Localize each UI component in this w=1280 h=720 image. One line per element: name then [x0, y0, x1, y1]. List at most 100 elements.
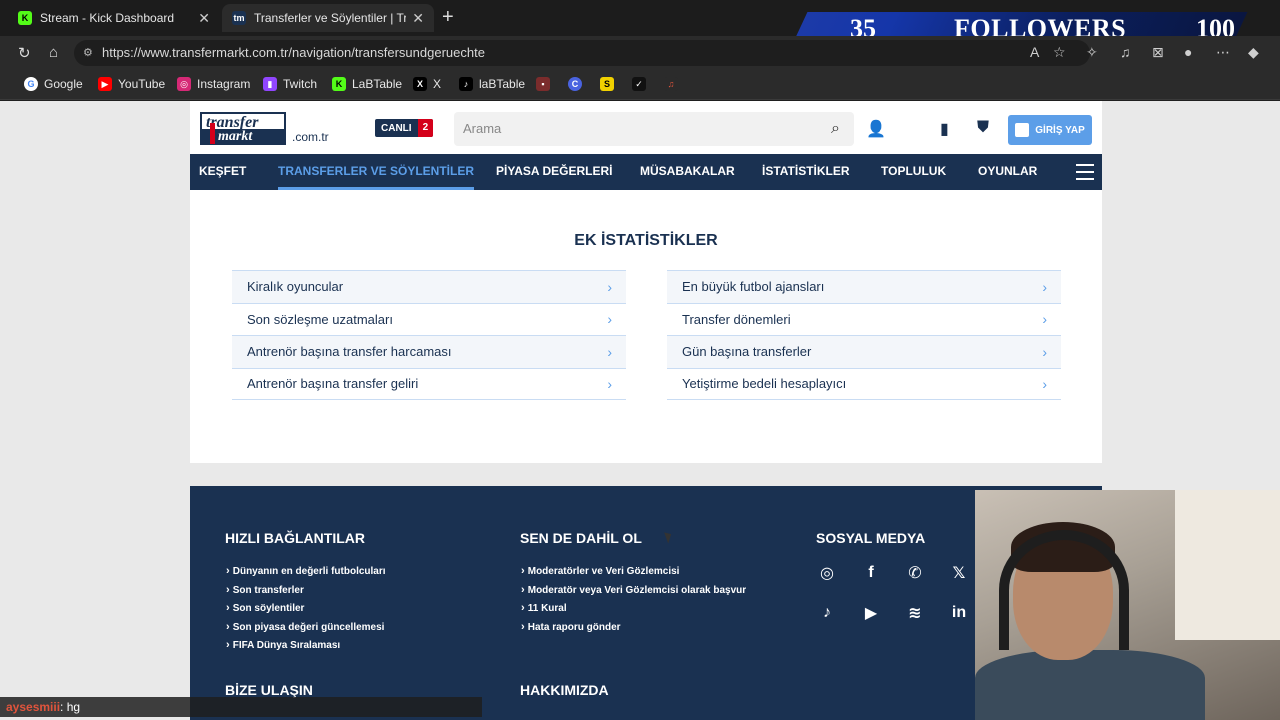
close-icon[interactable]: ✕	[412, 10, 424, 27]
bookmark-youtube[interactable]: ▶ YouTube	[98, 77, 165, 91]
link-row[interactable]: Kiralık oyuncular ›	[232, 270, 626, 303]
close-icon[interactable]: ✕	[198, 10, 210, 27]
bookmark-google[interactable]: G Google	[24, 77, 83, 91]
link-row[interactable]: Transfer dönemleri ›	[667, 302, 1061, 336]
bookmark-instagram[interactable]: ◎ Instagram	[177, 77, 250, 91]
chat-username: aysesmiii	[6, 700, 61, 714]
footer-link[interactable]: Dünyanın en değerli futbolcuları	[226, 562, 386, 581]
tiktok-icon[interactable]: ♪	[816, 602, 838, 624]
home-icon[interactable]: ⌂	[49, 44, 58, 61]
link-label: Antrenör başına transfer geliri	[247, 376, 419, 392]
facebook-icon[interactable]: f	[860, 562, 882, 584]
user-icon	[1015, 123, 1030, 137]
footer-link[interactable]: Hata raporu gönder	[521, 618, 746, 637]
nav-transfers[interactable]: TRANSFERLER VE SÖYLENTİLER	[278, 154, 475, 190]
x-icon[interactable]: 𝕏	[948, 562, 970, 584]
profile-avatar-icon[interactable]: ●	[1184, 44, 1192, 60]
app-icon: ▪	[536, 77, 550, 91]
bookmark-extra-5[interactable]: ♫	[664, 77, 684, 91]
bookmark-extra-2[interactable]: C	[568, 77, 588, 91]
rss-icon[interactable]: ≋	[904, 602, 926, 624]
nav-competitions[interactable]: MÜSABAKALAR	[640, 154, 735, 190]
login-button[interactable]: GİRİŞ YAP	[1008, 115, 1092, 145]
new-tab-icon[interactable]: +	[442, 7, 454, 27]
youtube-icon[interactable]: ▶	[860, 602, 882, 624]
headset-icon	[999, 530, 1129, 650]
search-input[interactable]: Arama ⌕	[454, 112, 854, 146]
more-menu-icon[interactable]: ⋯	[1216, 44, 1230, 61]
chevron-right-icon: ›	[607, 343, 612, 360]
search-icon[interactable]: ⌕	[831, 112, 840, 146]
link-row[interactable]: Yetiştirme bedeli hesaplayıcı ›	[667, 367, 1061, 400]
url-field[interactable]: ⚙ https://www.transfermarkt.com.tr/navig…	[74, 40, 1090, 66]
link-row[interactable]: Antrenör başına transfer harcaması ›	[232, 335, 626, 368]
footer-quick-links-title: HIZLI BAĞLANTILAR	[225, 530, 365, 546]
footer-link[interactable]: FIFA Dünya Sıralaması	[226, 636, 386, 655]
footer-quick-links: Dünyanın en değerli futbolcuları Son tra…	[226, 562, 386, 655]
footer-link[interactable]: Son söylentiler	[226, 599, 386, 618]
nav-games[interactable]: OYUNLAR	[978, 154, 1037, 190]
bookmark-tiktok[interactable]: ♪ laBTable	[459, 77, 525, 91]
section-title: EK İSTATİSTİKLER	[574, 232, 718, 249]
reload-icon[interactable]: ↻	[18, 44, 31, 62]
bookmark-extra-3[interactable]: S	[600, 77, 620, 91]
browser-tabbar: K Stream - Kick Dashboard ✕ tm Transferl…	[0, 0, 1280, 44]
footer-link[interactable]: Son transferler	[226, 581, 386, 600]
footer-join-title: SEN DE DAHİL OL	[520, 530, 642, 546]
link-row[interactable]: Gün başına transferler ›	[667, 335, 1061, 368]
tab-title: Transferler ve Söylentiler | Transfer	[254, 11, 407, 25]
footer-join-links: Moderatörler ve Veri Gözlemcisi Moderatö…	[521, 562, 746, 636]
extensions-icon[interactable]: ✧	[1086, 44, 1098, 61]
read-aloud-icon[interactable]: A	[1030, 44, 1039, 60]
bookmark-label: Twitch	[283, 77, 318, 91]
footer-link[interactable]: 11 Kural	[521, 599, 746, 618]
live-button[interactable]: CANLI 2	[375, 119, 434, 137]
domain-selector[interactable]: .com.tr	[292, 130, 329, 144]
site-info-icon[interactable]: ⚙	[83, 40, 93, 66]
music-note-icon: ♫	[664, 77, 678, 91]
extension-icon[interactable]: ⊠	[1152, 44, 1164, 61]
nav-kesfet[interactable]: KEŞFET	[199, 154, 246, 190]
hamburger-menu-icon[interactable]	[1076, 164, 1094, 185]
twitch-icon: ▮	[263, 77, 277, 91]
link-label: En büyük futbol ajansları	[682, 279, 825, 295]
nav-market-values[interactable]: PİYASA DEĞERLERİ	[496, 154, 612, 190]
bookmark-icon[interactable]: ▮	[940, 119, 949, 139]
music-icon[interactable]: ♫	[1120, 44, 1131, 60]
bookmark-extra-4[interactable]: ✓	[632, 77, 652, 91]
bookmark-extra-1[interactable]: ▪	[536, 77, 556, 91]
whatsapp-icon[interactable]: ✆	[904, 562, 926, 584]
link-row[interactable]: En büyük futbol ajansları ›	[667, 270, 1061, 303]
footer-link[interactable]: Son piyasa değeri güncellemesi	[226, 618, 386, 637]
link-row[interactable]: Son sözleşme uzatmaları ›	[232, 302, 626, 336]
bookmark-twitch[interactable]: ▮ Twitch	[263, 77, 317, 91]
bookmark-label: Google	[44, 77, 83, 91]
shield-icon[interactable]: ⛊	[977, 119, 989, 137]
nav-community[interactable]: TOPLULUK	[881, 154, 946, 190]
transfermarkt-logo[interactable]: transfer markt	[200, 112, 286, 145]
instagram-icon: ◎	[177, 77, 191, 91]
instagram-icon[interactable]: ◎	[816, 562, 838, 584]
tab-transfermarkt[interactable]: tm Transferler ve Söylentiler | Transfer…	[222, 4, 434, 32]
link-row[interactable]: Antrenör başına transfer geliri ›	[232, 367, 626, 400]
linkedin-icon[interactable]: in	[948, 602, 970, 624]
bookmark-x[interactable]: XX	[413, 77, 441, 91]
bookmark-labtable[interactable]: K LaBTable	[332, 77, 402, 91]
webcam-person-body	[975, 650, 1205, 720]
footer-contact-title: BİZE ULAŞIN	[225, 682, 313, 698]
user-search-icon[interactable]: 👤	[866, 119, 886, 139]
transfermarkt-icon: tm	[232, 11, 246, 25]
footer-link[interactable]: Moderatörler ve Veri Gözlemcisi	[521, 562, 746, 581]
footer-link[interactable]: Moderatör veya Veri Gözlemcisi olarak ba…	[521, 581, 746, 600]
nav-statistics[interactable]: İSTATİSTİKLER	[762, 154, 850, 190]
favorite-star-icon[interactable]: ☆	[1053, 44, 1066, 61]
footer-about-title: HAKKIMIZDA	[520, 682, 609, 698]
copilot-icon[interactable]: ◆	[1248, 44, 1259, 61]
links-right-column: En büyük futbol ajansları › Transfer döne…	[667, 270, 1061, 400]
tab-kick-dashboard[interactable]: K Stream - Kick Dashboard ✕	[8, 4, 220, 32]
chevron-right-icon: ›	[607, 311, 612, 328]
kick-icon: K	[18, 11, 32, 25]
youtube-icon: ▶	[98, 77, 112, 91]
google-icon: G	[24, 77, 38, 91]
chevron-right-icon: ›	[1042, 311, 1047, 328]
